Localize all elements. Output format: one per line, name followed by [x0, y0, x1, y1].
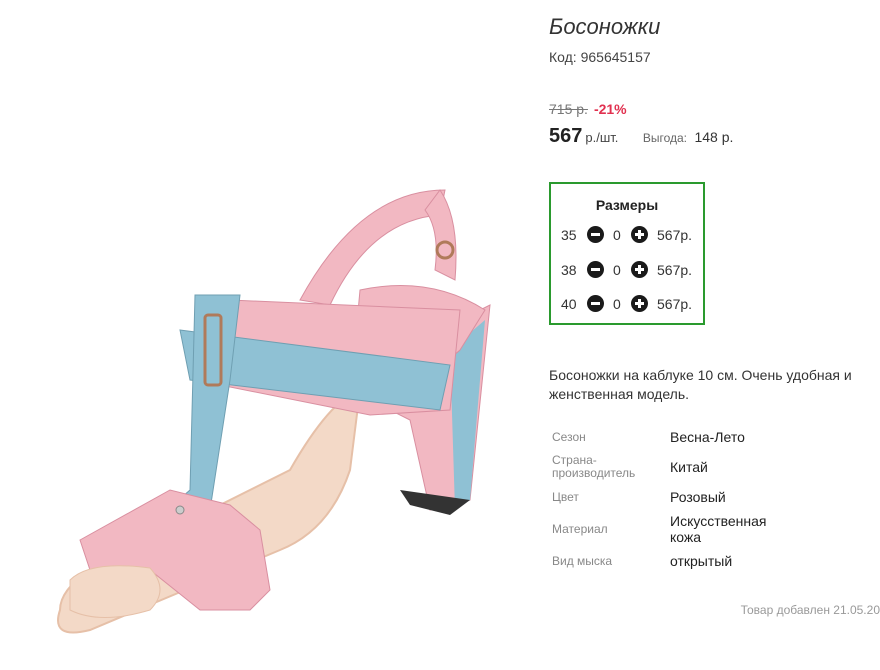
- price-row: 567 р./шт. Выгода: 148 р.: [549, 125, 733, 148]
- current-price: 567: [549, 125, 583, 147]
- size-value: 40: [561, 296, 577, 312]
- price-unit: р./шт.: [585, 130, 619, 145]
- minus-icon[interactable]: [587, 226, 604, 243]
- property-row: Сезон Весна-Лето: [549, 426, 780, 448]
- product-title: Босоножки: [549, 14, 661, 39]
- size-value: 38: [561, 262, 577, 278]
- plus-icon[interactable]: [631, 261, 648, 278]
- size-row: 35 0 567р.: [551, 224, 703, 246]
- size-row: 40 0 567р.: [551, 293, 703, 315]
- property-label: Вид мыска: [552, 553, 613, 568]
- property-label: Цвет: [552, 489, 579, 504]
- property-value: Розовый: [670, 489, 726, 505]
- quantity-value: 0: [613, 262, 621, 278]
- old-price-row: 715 р. -21%: [549, 101, 627, 117]
- product-description: Босоножки на каблуке 10 см. Очень удобна…: [549, 367, 852, 402]
- product-code-label: Код:: [549, 49, 577, 65]
- property-label: Материал: [552, 521, 608, 536]
- size-row: 38 0 567р.: [551, 259, 703, 281]
- benefit-value: 148 р.: [694, 129, 734, 145]
- product-code-value: 965645157: [580, 49, 651, 65]
- size-price: 567р.: [657, 262, 693, 278]
- property-row: Вид мыска открытый: [549, 550, 780, 572]
- property-row: Цвет Розовый: [549, 486, 780, 508]
- quantity-value: 0: [613, 227, 621, 243]
- size-price: 567р.: [657, 296, 693, 312]
- sizes-title: Размеры: [595, 197, 659, 213]
- added-date: Товар добавлен 21.05.20: [740, 603, 880, 617]
- sizes-selector: Размеры 35 0 567р. 38 0 567р. 40 0 567р.: [549, 182, 705, 325]
- size-price: 567р.: [657, 227, 693, 243]
- minus-icon[interactable]: [587, 295, 604, 312]
- property-label: Страна-производитель: [552, 453, 636, 480]
- product-image[interactable]: [30, 170, 510, 650]
- plus-icon[interactable]: [631, 295, 648, 312]
- benefit-label: Выгода:: [642, 131, 688, 145]
- size-value: 35: [561, 227, 577, 243]
- property-row: Страна-производитель Китай: [549, 448, 780, 486]
- product-properties: Сезон Весна-Лето Страна-производитель Ки…: [549, 426, 780, 572]
- plus-icon[interactable]: [631, 226, 648, 243]
- property-label: Сезон: [552, 429, 586, 444]
- property-value: Весна-Лето: [670, 429, 745, 445]
- property-value: Китай: [670, 459, 708, 475]
- property-value: открытый: [670, 553, 733, 569]
- product-code: Код: 965645157: [549, 49, 651, 65]
- quantity-value: 0: [613, 296, 621, 312]
- product-info-panel: Босоножки Код: 965645157 715 р. -21% 567 р…: [549, 0, 880, 670]
- old-price: 715 р.: [549, 101, 588, 117]
- property-value: Искусственная кожа: [670, 513, 767, 545]
- property-row: Материал Искусственная кожа: [549, 508, 780, 550]
- discount-badge: -21%: [593, 101, 627, 117]
- sandal-illustration: [57, 189, 491, 634]
- minus-icon[interactable]: [587, 261, 604, 278]
